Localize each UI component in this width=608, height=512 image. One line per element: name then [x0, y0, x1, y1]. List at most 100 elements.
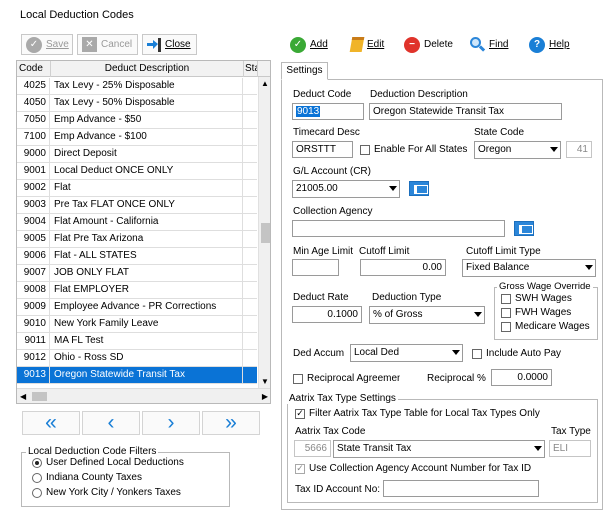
include-auto-pay-checkbox[interactable]: Include Auto Pay [472, 348, 561, 359]
tax-id-input[interactable] [383, 480, 539, 497]
table-row[interactable]: 9011 MA FL Test [17, 333, 257, 350]
previous-record-button[interactable]: ‹ [82, 411, 140, 435]
find-button[interactable]: Find [465, 34, 515, 55]
checkbox-icon [360, 144, 370, 155]
save-button[interactable]: ✓ Save [21, 34, 73, 55]
next-record-button[interactable]: › [142, 411, 200, 435]
table-row[interactable]: 9004 Flat Amount - California [17, 214, 257, 231]
cell-description: Emp Advance - $50 [51, 112, 243, 128]
table-row[interactable]: 9002 Flat [17, 180, 257, 197]
deduct-rate-input[interactable]: 0.1000 [292, 306, 362, 323]
table-row[interactable]: 9009 Employee Advance - PR Corrections [17, 299, 257, 316]
table-row[interactable]: 9001 Local Deduct ONCE ONLY [17, 163, 257, 180]
table-row[interactable]: 7050 Emp Advance - $50 [17, 112, 257, 129]
cutoff-limit-type-select[interactable]: Fixed Balance [462, 259, 596, 277]
scroll-thumb[interactable] [261, 223, 270, 243]
checkbox-icon [293, 373, 303, 384]
state-code-select[interactable]: Oregon [474, 141, 561, 159]
column-header-description[interactable]: Deduct Description [51, 61, 244, 77]
cell-description: Local Deduct ONCE ONLY [51, 163, 243, 179]
cell-code: 9011 [17, 333, 50, 349]
medicare-wages-checkbox[interactable]: Medicare Wages [501, 321, 590, 332]
chevron-down-icon [389, 186, 397, 191]
cell-code: 9013 [17, 367, 50, 383]
table-row[interactable]: 9003 Pre Tax FLAT ONCE ONLY [17, 197, 257, 214]
table-row[interactable]: 9008 Flat EMPLOYER [17, 282, 257, 299]
table-row[interactable]: 9005 Flat Pre Tax Arizona [17, 231, 257, 248]
filter-radio-new-york[interactable]: New York City / Yonkers Taxes [32, 487, 181, 498]
delete-button[interactable]: − Delete [399, 34, 459, 55]
scroll-down-icon[interactable]: ▼ [261, 377, 269, 386]
deduction-code-grid[interactable]: Code Deduct Description Sta 4025Tax Levy… [16, 60, 271, 404]
grid-header: Code Deduct Description Sta [17, 61, 270, 77]
scroll-thumb[interactable] [32, 392, 47, 401]
first-record-button[interactable]: « [22, 411, 80, 435]
table-row[interactable]: 9007 JOB ONLY FLAT [17, 265, 257, 282]
scroll-up-icon[interactable]: ▲ [261, 79, 269, 88]
checkbox-checked-icon: ✓ [295, 463, 305, 474]
minus-icon: − [404, 36, 420, 53]
cell-code: 9004 [17, 214, 50, 230]
timecard-desc-input[interactable]: ORSTTT [292, 141, 353, 158]
table-row[interactable]: 9013 Oregon Statewide Transit Tax [17, 367, 257, 384]
cell-description: JOB ONLY FLAT [51, 265, 243, 281]
enable-all-states-checkbox[interactable]: Enable For All States [360, 144, 467, 155]
close-button[interactable]: Close [142, 34, 197, 55]
scroll-left-icon[interactable]: ◀ [20, 392, 26, 401]
deduct-code-input[interactable]: 9013 [292, 103, 364, 120]
cell-code: 4025 [17, 78, 50, 94]
window-title: Local Deduction Codes [20, 9, 134, 21]
table-row[interactable]: 9012 Ohio - Ross SD [17, 350, 257, 367]
deduction-type-select[interactable]: % of Gross [369, 306, 485, 324]
aatrix-settings-legend: Aatrix Tax Type Settings [287, 393, 398, 404]
column-header-code[interactable]: Code [17, 61, 51, 77]
filter-aatrix-checkbox[interactable]: ✓ Filter Aatrix Tax Type Table for Local… [295, 408, 571, 419]
min-age-input[interactable] [292, 259, 339, 276]
scroll-right-icon[interactable]: ▶ [262, 392, 268, 401]
deduction-description-input[interactable]: Oregon Statewide Transit Tax [369, 103, 562, 120]
column-header-state[interactable]: Sta [244, 61, 258, 77]
cutoff-limit-type-label: Cutoff Limit Type [466, 246, 541, 257]
edit-button[interactable]: Edit [346, 34, 392, 55]
help-button[interactable]: ? Help [524, 34, 576, 55]
gl-account-select[interactable]: 21005.00 [292, 180, 400, 198]
table-row[interactable]: 9010 New York Family Leave [17, 316, 257, 333]
cell-code: 9012 [17, 350, 50, 366]
tab-settings[interactable]: Settings [281, 62, 328, 80]
table-row[interactable]: 9000 Direct Deposit [17, 146, 257, 163]
filters-legend: Local Deduction Code Filters [26, 446, 159, 457]
use-collection-agency-checkbox[interactable]: ✓ Use Collection Agency Account Number f… [295, 463, 531, 474]
cutoff-limit-input[interactable]: 0.00 [360, 259, 446, 276]
deduct-rate-label: Deduct Rate [293, 292, 349, 303]
grid-vertical-scrollbar[interactable]: ▲ ▼ [258, 77, 270, 388]
gl-account-lookup-button[interactable] [409, 181, 429, 196]
ded-accum-select[interactable]: Local Ded [350, 344, 463, 362]
collection-agency-input[interactable] [292, 220, 505, 237]
aatrix-tax-code-select[interactable]: State Transit Tax [333, 440, 545, 458]
filter-radio-user-defined[interactable]: User Defined Local Deductions [32, 457, 184, 468]
checkbox-icon [501, 321, 511, 332]
collection-agency-lookup-button[interactable] [514, 221, 534, 236]
cancel-button[interactable]: ✕ Cancel [77, 34, 138, 55]
table-row[interactable]: 4050 Tax Levy - 50% Disposable [17, 95, 257, 112]
swh-wages-checkbox[interactable]: SWH Wages [501, 293, 572, 304]
reciprocal-pct-input[interactable]: 0.0000 [491, 369, 552, 386]
grid-horizontal-scrollbar[interactable]: ◀ ▶ [17, 388, 270, 403]
add-button[interactable]: ✓ Add [285, 34, 333, 55]
filter-radio-indiana[interactable]: Indiana County Taxes [32, 472, 142, 483]
table-row[interactable]: 7100 Emp Advance - $100 [17, 129, 257, 146]
x-icon: ✕ [82, 37, 97, 52]
cell-description: New York Family Leave [51, 316, 243, 332]
cell-description: Tax Levy - 25% Disposable [51, 78, 243, 94]
checkbox-icon [501, 293, 511, 304]
ded-accum-label: Ded Accum [293, 348, 345, 359]
cell-code: 7100 [17, 129, 50, 145]
collection-agency-label: Collection Agency [293, 206, 373, 217]
cell-code: 9007 [17, 265, 50, 281]
fwh-wages-checkbox[interactable]: FWH Wages [501, 307, 571, 318]
last-record-button[interactable]: » [202, 411, 260, 435]
table-row[interactable]: 4025 Tax Levy - 25% Disposable [17, 78, 257, 95]
deduct-code-label: Deduct Code [293, 89, 352, 100]
reciprocal-agreement-checkbox[interactable]: Reciprocal Agreement [293, 373, 400, 384]
table-row[interactable]: 9006 Flat - ALL STATES [17, 248, 257, 265]
